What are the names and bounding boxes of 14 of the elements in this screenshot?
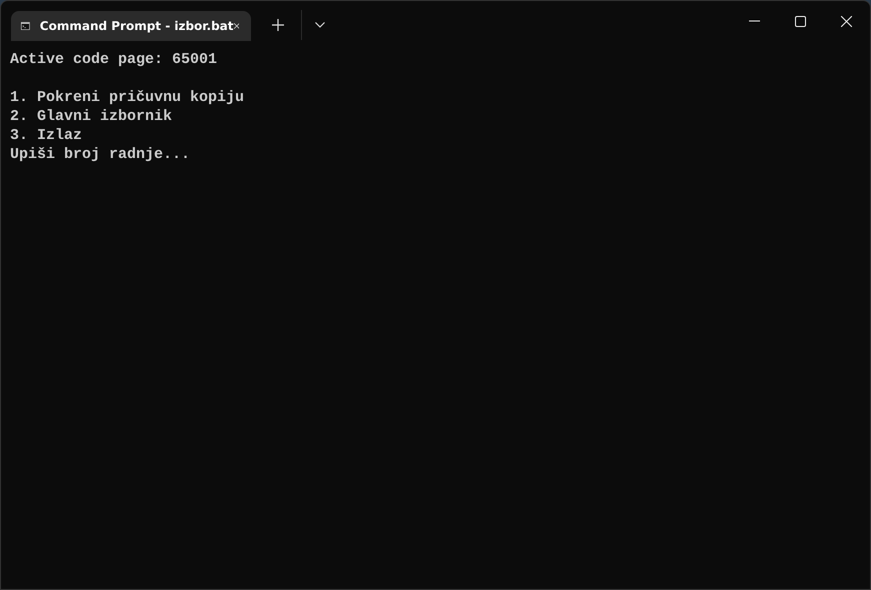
input-prompt: Upiši broj radnje... bbox=[10, 145, 192, 164]
terminal-line: Active code page: 65001 bbox=[10, 50, 218, 69]
minimize-icon[interactable] bbox=[749, 20, 760, 22]
new-tab-icon[interactable] bbox=[272, 19, 284, 31]
terminal-icon bbox=[21, 19, 30, 33]
tab-title: Command Prompt - izbor.bat bbox=[40, 19, 234, 33]
close-tab-icon[interactable] bbox=[234, 21, 239, 31]
maximize-icon[interactable] bbox=[795, 16, 806, 26]
tab[interactable]: Command Prompt - izbor.bat bbox=[11, 11, 251, 41]
menu-option: 2. Glavni izbornik bbox=[10, 107, 861, 126]
menu-option: 3. Izlaz bbox=[10, 126, 861, 145]
menu-option: 1. Pokreni pričuvnu kopiju bbox=[10, 88, 861, 107]
chevron-down-icon[interactable] bbox=[315, 22, 325, 28]
close-icon[interactable] bbox=[841, 16, 852, 26]
